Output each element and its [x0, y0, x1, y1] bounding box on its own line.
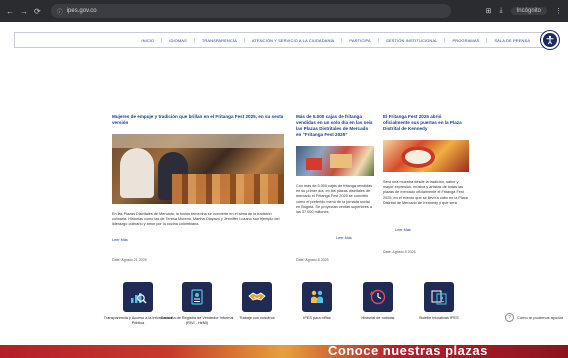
children-icon — [302, 282, 332, 312]
service-boletin[interactable]: Boletín Iniciativas IPES — [400, 282, 478, 321]
nav-inicio[interactable]: INICIO — [134, 38, 161, 43]
news-title[interactable]: Mujeres de empuje y tradición que brilla… — [112, 114, 284, 126]
incognito-badge[interactable]: Incógnito — [510, 7, 547, 15]
back-icon[interactable]: ← — [6, 7, 14, 16]
nav-gestion[interactable]: GESTIÓN INSTITUCIONAL — [377, 37, 445, 43]
nav-programas[interactable]: PROGRAMAS — [444, 37, 486, 43]
nav-transparencia[interactable]: TRANSPARENCIA — [193, 37, 244, 43]
forward-icon[interactable]: → — [20, 7, 28, 16]
nav-sala-prensa[interactable]: SALA DE PRENSA — [486, 37, 537, 43]
address-bar-text: ipes.gov.co — [66, 8, 97, 14]
news-date: Date: Agosto 8 2025 — [296, 258, 329, 262]
read-more-link[interactable]: Leer Más — [336, 236, 352, 240]
service-label: Boletín Iniciativas IPES — [419, 316, 459, 320]
chart-magnifier-icon — [123, 282, 153, 312]
promo-banner[interactable]: Conoce nuestras plazas — [0, 345, 568, 358]
news-title[interactable]: Más de 5.000 cajas de fritanga vendidas … — [296, 114, 374, 138]
nav-participa[interactable]: PARTICIPA — [341, 37, 377, 43]
read-more-link[interactable]: Leer Más — [112, 238, 128, 242]
main-navigation: INICIO IDIOMAS TRANSPARENCIA ATENCIÓN Y … — [14, 31, 559, 49]
address-bar[interactable]: ⓘ ipes.gov.co — [50, 4, 451, 18]
bulletin-icon — [424, 282, 454, 312]
news-photo[interactable] — [296, 146, 374, 176]
help-label: Cómo te podemos ayudar — [517, 315, 564, 320]
history-clock-icon — [363, 282, 393, 312]
news-body: En las Plazas Distritales de Mercado, la… — [112, 212, 280, 227]
news-body: Será una muestra desde la tradición, sab… — [383, 180, 468, 205]
browser-actions: ⊞ ⤓ Incógnito ⋮ — [486, 7, 562, 15]
site-info-icon[interactable]: ⓘ — [57, 7, 63, 16]
news-photo[interactable] — [112, 134, 284, 204]
accessibility-icon[interactable] — [541, 31, 559, 49]
banner-text: Conoce nuestras plazas — [328, 345, 488, 358]
help-button[interactable]: ? Cómo te podemos ayudar — [505, 313, 563, 322]
news-card-main: Mujeres de empuje y tradición que brilla… — [112, 114, 284, 262]
handshake-icon — [242, 282, 272, 312]
browser-menu-icon[interactable]: ⋮ — [555, 7, 562, 15]
news-title[interactable]: El Fritanga Fest 2025 abrió oficialmente… — [383, 114, 469, 132]
nav-idiomas[interactable]: IDIOMAS — [161, 37, 194, 43]
browser-nav: ← → ⟳ — [6, 7, 41, 16]
browser-toolbar: ← → ⟳ ⓘ ipes.gov.co ⊞ ⤓ Incógnito ⋮ — [0, 0, 568, 22]
news-photo[interactable] — [383, 140, 469, 172]
download-icon[interactable]: ⤓ — [500, 7, 503, 15]
reload-icon[interactable]: ⟳ — [34, 7, 41, 16]
news-date: Date: Agosto 8 2025 — [383, 250, 416, 254]
news-date: Date: Agosto 21 2025 — [112, 258, 147, 262]
document-register-icon — [182, 282, 212, 312]
news-card-3: El Fritanga Fest 2025 abrió oficialmente… — [383, 114, 469, 254]
news-body: Con más de 5.000 cajas de fritanga vendi… — [296, 184, 373, 215]
chat-help-icon: ? — [505, 313, 514, 322]
services-section: Transparencia y Acceso a la Información … — [0, 282, 568, 342]
read-more-link[interactable]: Leer Más — [395, 228, 411, 232]
extensions-icon[interactable]: ⊞ — [486, 7, 492, 15]
nav-atencion[interactable]: ATENCIÓN Y SERVICIO A LA CIUDADANÍA — [243, 37, 342, 43]
news-card-2: Más de 5.000 cajas de fritanga vendidas … — [296, 114, 374, 262]
